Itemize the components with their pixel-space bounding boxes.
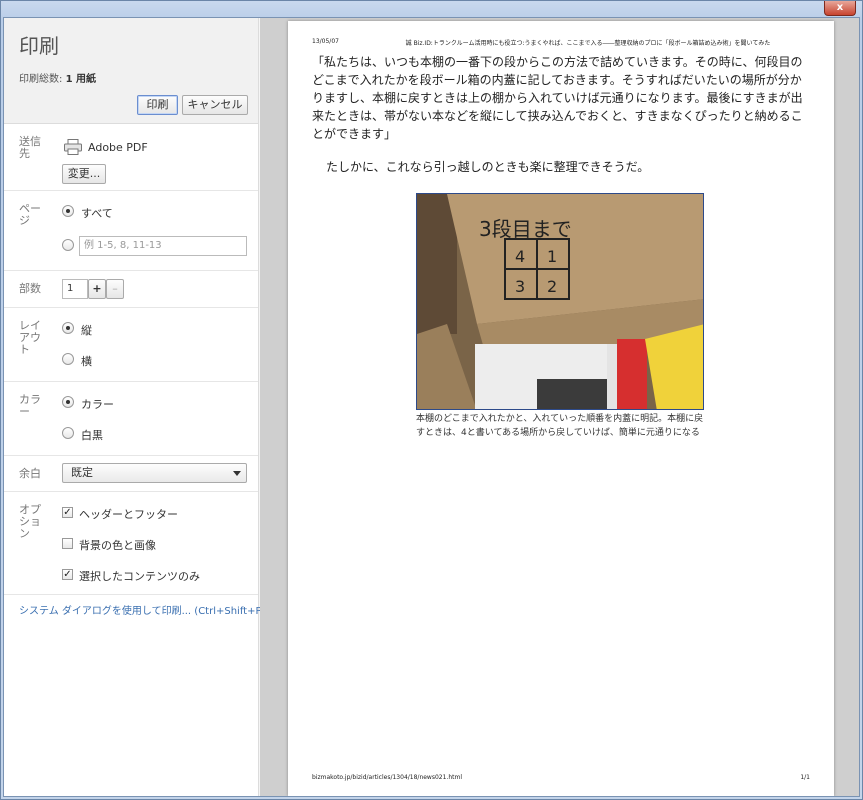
background-graphics-checkbox[interactable] xyxy=(62,538,73,549)
page-header-date: 13/05/07 xyxy=(312,38,339,45)
color-label: カラー xyxy=(19,393,41,418)
total-sheets-label: 印刷総数: xyxy=(19,74,63,85)
photo-cell-4: 2 xyxy=(547,277,557,296)
margins-section: 余白 既定 xyxy=(4,456,258,492)
dialog-title: 印刷 xyxy=(19,34,59,58)
copies-increment-button[interactable]: + xyxy=(88,279,106,299)
copies-decrement-button[interactable]: – xyxy=(106,279,124,299)
pages-section: ページ すべて 例 1-5, 8, 11-13 xyxy=(4,191,258,271)
printer-icon xyxy=(64,139,82,155)
layout-portrait-label: 縦 xyxy=(81,324,92,337)
photo-cell-1: 4 xyxy=(515,247,525,266)
print-preview-area: 13/05/07 誠 Biz.ID:トランクルーム活用時にも役立つ:うまくやれば… xyxy=(260,18,859,796)
total-sheets-value: 1 用紙 xyxy=(65,74,97,85)
copies-input[interactable]: 1 xyxy=(62,279,88,299)
selection-only-label: 選択したコンテンツのみ xyxy=(79,570,200,583)
photo-cell-3: 3 xyxy=(515,277,525,296)
article-paragraph-2: たしかに、これなら引っ越しのときも楽に整理できそうだ。 xyxy=(326,160,650,174)
print-button[interactable]: 印刷 xyxy=(137,95,178,115)
preview-page: 13/05/07 誠 Biz.ID:トランクルーム活用時にも役立つ:うまくやれば… xyxy=(288,21,834,796)
headers-footers-checkbox[interactable]: ✓ xyxy=(62,507,73,518)
color-color-label: カラー xyxy=(81,398,114,411)
layout-label: レイアウト xyxy=(19,319,41,356)
copies-label: 部数 xyxy=(19,282,41,295)
copies-section: 部数 1 + – xyxy=(4,271,258,308)
color-color-radio[interactable] xyxy=(62,396,74,408)
page-header-title: 誠 Biz.ID:トランクルーム活用時にも役立つ:うまくやれば、ここまで入る――… xyxy=(405,40,771,47)
article-photo: 3段目まで 4 1 3 2 xyxy=(416,193,704,410)
margins-label: 余白 xyxy=(19,467,41,480)
selection-only-checkbox[interactable]: ✓ xyxy=(62,569,73,580)
pages-label: ページ xyxy=(19,202,41,227)
layout-landscape-label: 横 xyxy=(81,355,92,368)
options-label: オプション xyxy=(19,503,41,540)
page-footer-number: 1/1 xyxy=(800,774,810,781)
margins-select-value: 既定 xyxy=(71,466,93,479)
photo-caption: 本棚のどこまで入れたかと、入れていった順番を内蓋に明記。本棚に戻すときは、4と書… xyxy=(416,414,704,438)
pages-all-label: すべて xyxy=(81,207,113,220)
color-section: カラー カラー 白黒 xyxy=(4,382,258,456)
cardboard-box-photo: 3段目まで 4 1 3 2 xyxy=(417,194,703,409)
pages-all-radio[interactable] xyxy=(62,205,74,217)
print-dialog: 印刷 印刷総数: 1 用紙 印刷 キャンセル 送信先 Adobe PDF 変更.… xyxy=(3,17,860,797)
photo-cell-2: 1 xyxy=(547,247,557,266)
print-settings-sidebar: 印刷 印刷総数: 1 用紙 印刷 キャンセル 送信先 Adobe PDF 変更.… xyxy=(4,18,265,796)
destination-label: 送信先 xyxy=(19,135,41,160)
pages-range-input[interactable]: 例 1-5, 8, 11-13 xyxy=(79,236,247,256)
change-destination-button[interactable]: 変更... xyxy=(62,164,106,184)
printer-name: Adobe PDF xyxy=(88,141,148,154)
system-dialog-link[interactable]: システム ダイアログを使用して印刷... (Ctrl+Shift+P) xyxy=(19,602,265,617)
photo-handwritten-heading: 3段目まで xyxy=(479,217,572,241)
headers-footers-label: ヘッダーとフッター xyxy=(79,508,178,521)
layout-landscape-radio[interactable] xyxy=(62,353,74,365)
chevron-down-icon xyxy=(233,471,241,476)
sidebar-header: 印刷 印刷総数: 1 用紙 印刷 キャンセル xyxy=(4,18,258,124)
background-graphics-label: 背景の色と画像 xyxy=(79,539,156,552)
layout-portrait-radio[interactable] xyxy=(62,322,74,334)
margins-select[interactable]: 既定 xyxy=(62,463,247,483)
options-section: オプション ✓ ヘッダーとフッター 背景の色と画像 ✓ 選択したコンテンツのみ xyxy=(4,492,258,595)
color-bw-label: 白黒 xyxy=(81,429,103,442)
total-sheets: 印刷総数: 1 用紙 xyxy=(19,70,96,85)
print-window: x 印刷 印刷総数: 1 用紙 印刷 キャンセル 送信先 Adobe PDF 変… xyxy=(0,0,863,800)
article-paragraph-1: 「私たちは、いつも本棚の一番下の段からこの方法で詰めていきます。その時に、何段目… xyxy=(312,55,803,141)
color-bw-radio[interactable] xyxy=(62,427,74,439)
pages-range-radio[interactable] xyxy=(62,239,74,251)
cancel-button[interactable]: キャンセル xyxy=(182,95,248,115)
window-close-button[interactable]: x xyxy=(824,1,856,16)
destination-section: 送信先 Adobe PDF 変更... xyxy=(4,124,258,191)
layout-section: レイアウト 縦 横 xyxy=(4,308,258,382)
page-footer-url: bizmakoto.jp/bizid/articles/1304/18/news… xyxy=(312,774,462,781)
